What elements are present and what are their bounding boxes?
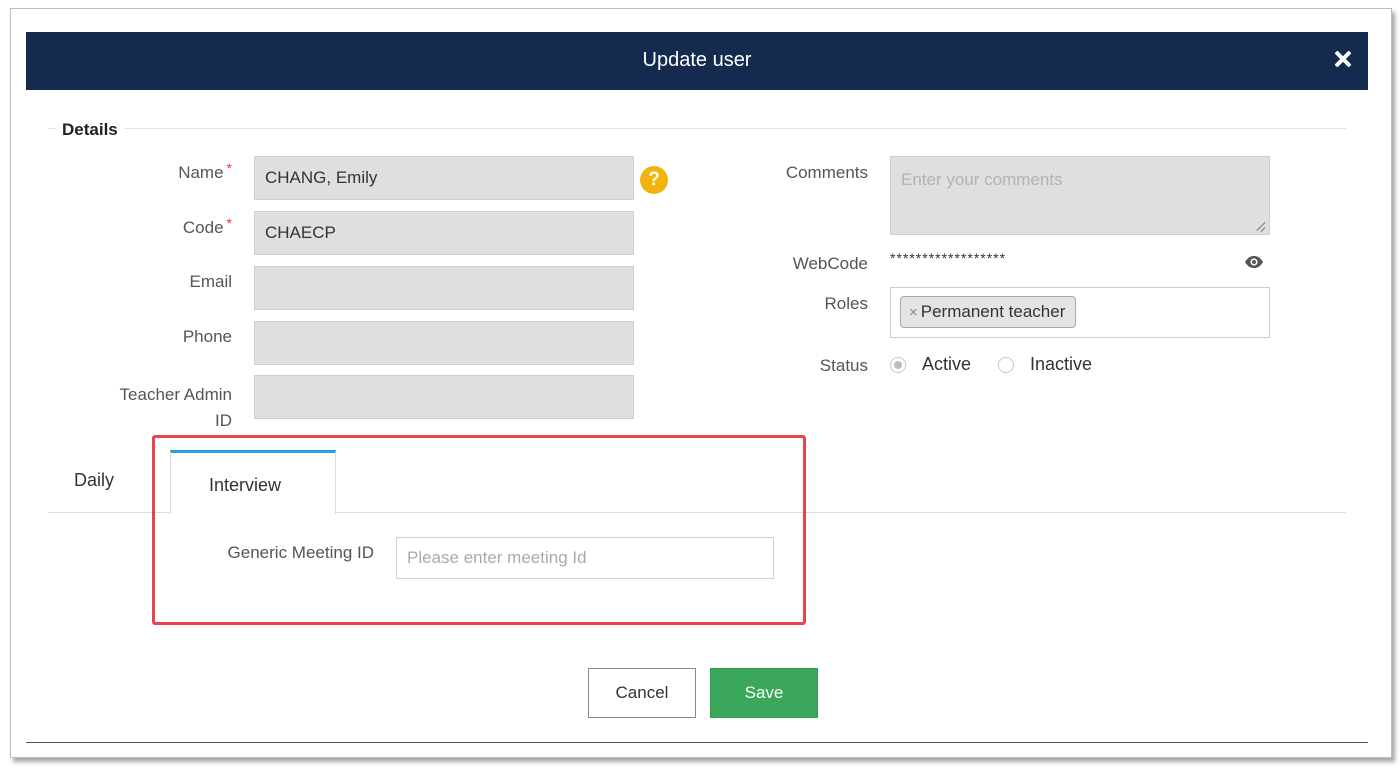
resize-handle-icon[interactable]	[1256, 222, 1266, 232]
tab-interview-label: Interview	[209, 475, 282, 495]
roles-label: Roles	[824, 294, 868, 313]
generic-meeting-id-input[interactable]	[396, 537, 774, 579]
email-field[interactable]	[254, 266, 634, 310]
help-icon[interactable]: ?	[640, 166, 668, 194]
status-inactive-label[interactable]: Inactive	[1030, 354, 1092, 375]
status-active-label[interactable]: Active	[922, 354, 971, 375]
close-icon[interactable]	[1332, 48, 1354, 70]
code-label: Code *	[182, 215, 232, 237]
status-inactive-radio[interactable]	[998, 357, 1014, 373]
generic-meeting-id-label: Generic Meeting ID	[227, 543, 374, 562]
name-field[interactable]: CHANG, Emily	[254, 156, 634, 200]
role-chip-label: Permanent teacher	[920, 302, 1066, 321]
role-chip-permanent-teacher: × Permanent teacher	[900, 296, 1077, 328]
cancel-button[interactable]: Cancel	[588, 668, 696, 718]
required-mark: *	[226, 215, 232, 231]
required-mark: *	[226, 160, 232, 176]
teacher-admin-id-label: Teacher Admin ID	[119, 385, 232, 430]
webcode-label: WebCode	[792, 254, 868, 273]
status-label: Status	[819, 356, 868, 375]
code-field[interactable]: CHAECP	[254, 211, 634, 255]
roles-select[interactable]: × Permanent teacher	[890, 287, 1270, 338]
phone-field[interactable]	[254, 321, 634, 365]
email-label: Email	[189, 272, 232, 291]
phone-label: Phone	[182, 327, 232, 346]
comments-label: Comments	[785, 163, 868, 182]
name-label: Name *	[178, 160, 232, 182]
tab-daily[interactable]: Daily	[74, 470, 114, 491]
dialog-title: Update user	[642, 49, 752, 71]
webcode-value: ******************	[890, 250, 1007, 266]
dialog-titlebar: Update user	[26, 32, 1368, 90]
details-divider	[48, 128, 1346, 129]
teacher-admin-id-field[interactable]	[254, 375, 634, 419]
tab-interview[interactable]: Interview	[170, 450, 336, 514]
update-user-dialog: Update user Details Name * CHANG, Emily ?…	[26, 32, 1368, 743]
save-button[interactable]: Save	[710, 668, 818, 718]
eye-icon[interactable]	[1244, 254, 1264, 270]
status-active-radio[interactable]	[890, 357, 906, 373]
comments-textarea[interactable]	[890, 156, 1270, 235]
remove-role-icon[interactable]: ×	[909, 304, 918, 321]
details-legend: Details	[56, 120, 124, 140]
